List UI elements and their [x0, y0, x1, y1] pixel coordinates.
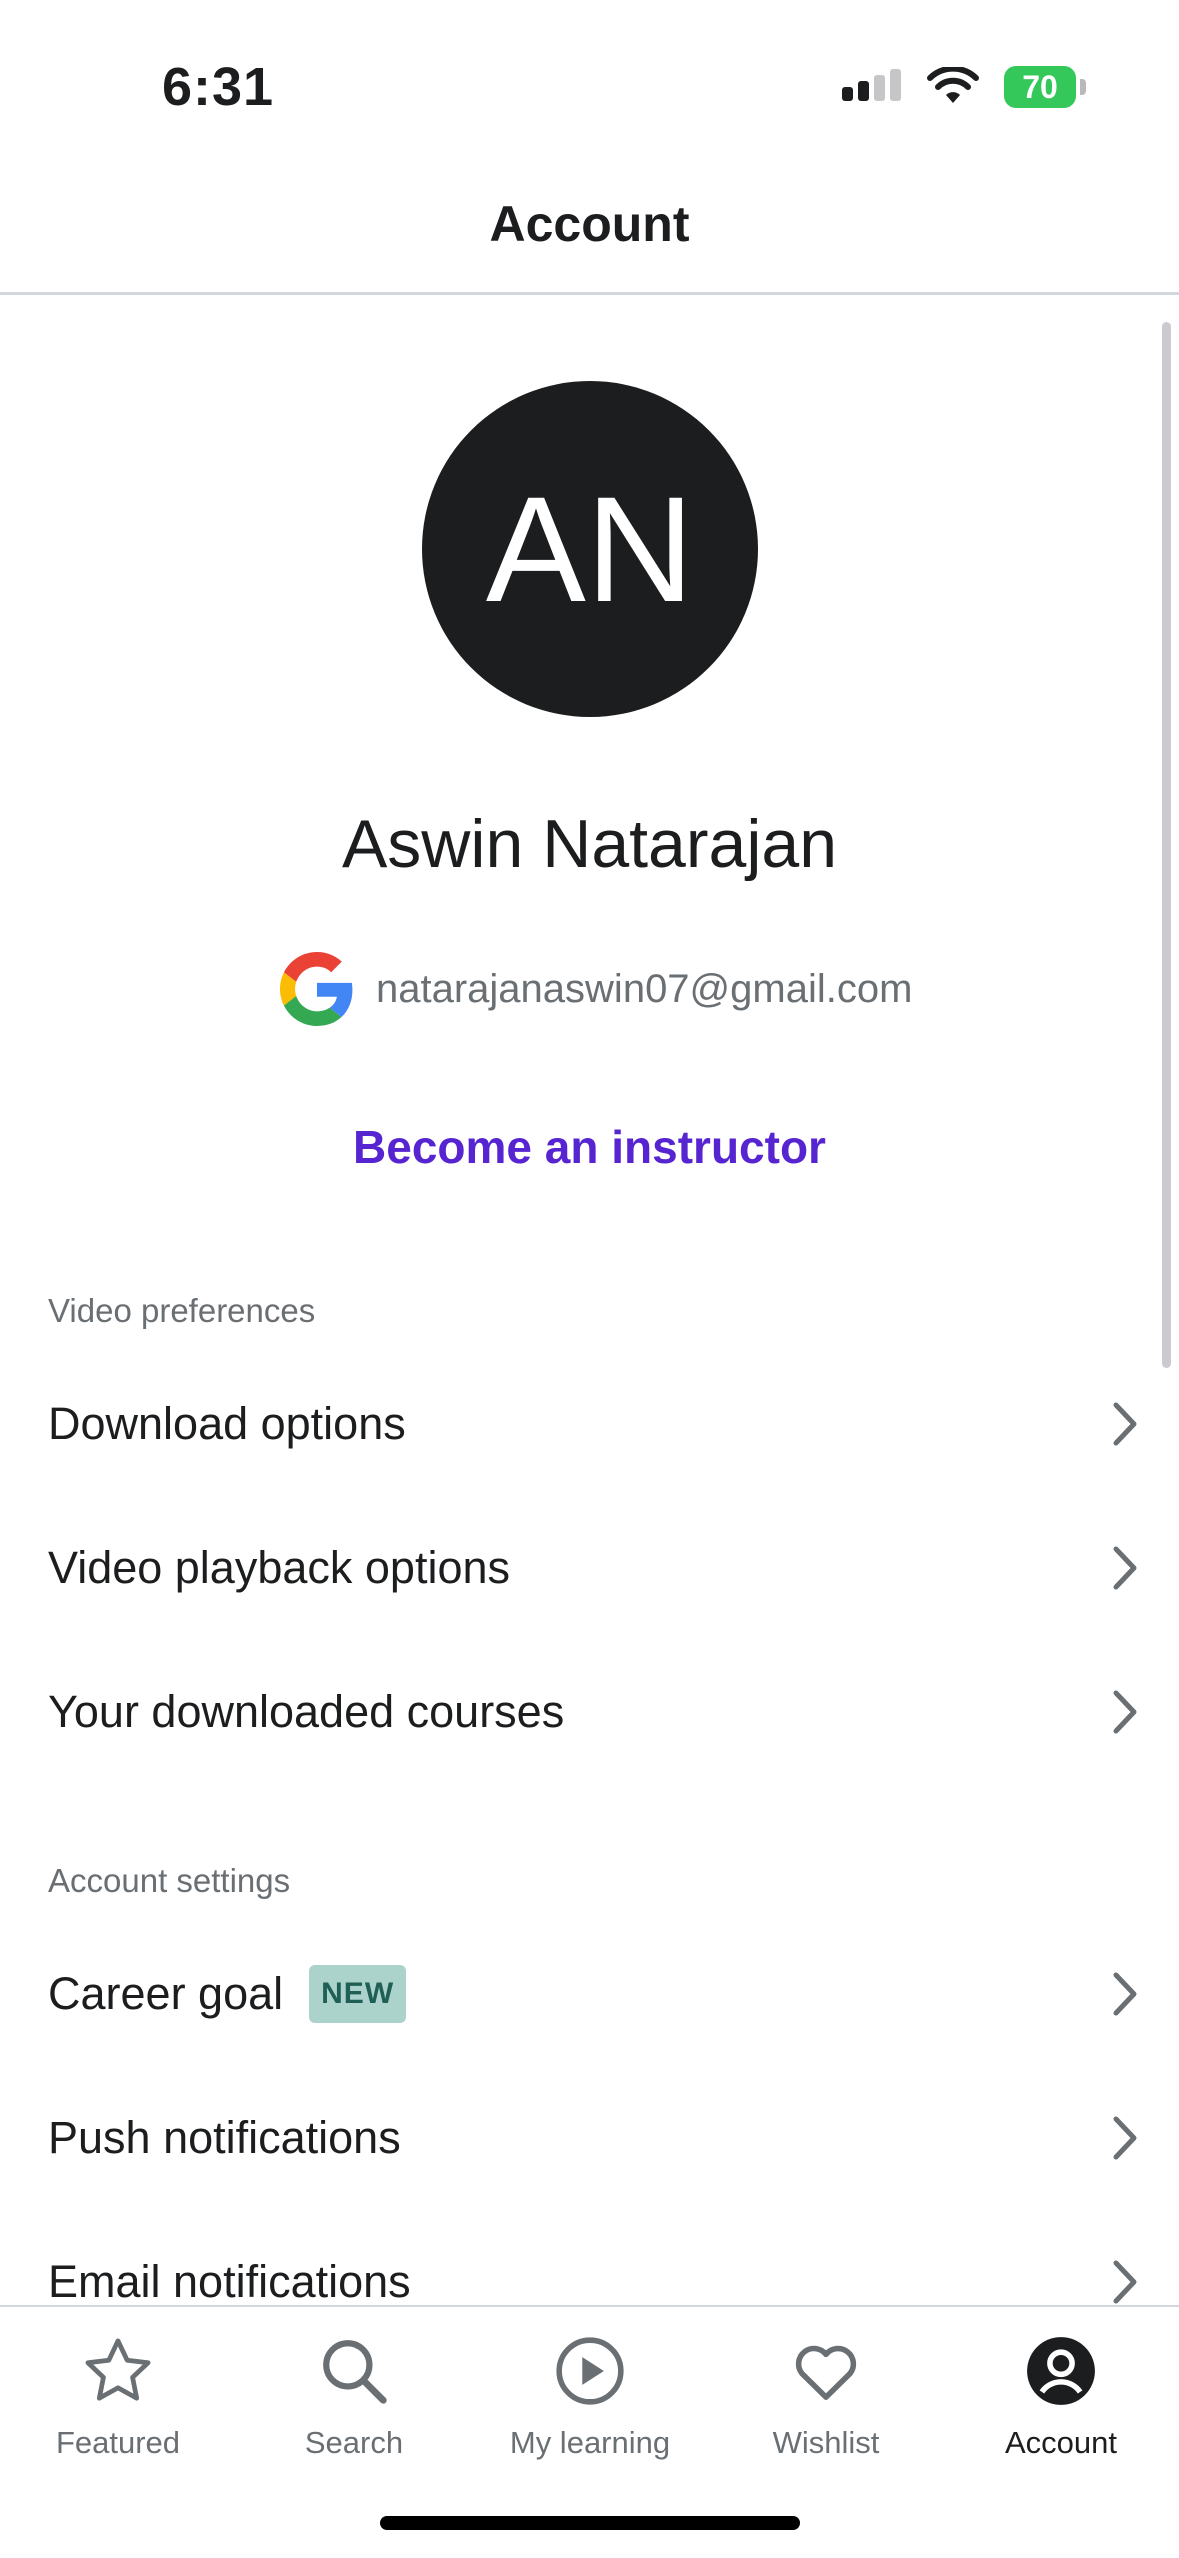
- chevron-right-icon: [1113, 2116, 1137, 2160]
- star-icon: [85, 2338, 151, 2401]
- avatar-initials: AN: [485, 464, 695, 633]
- chevron-right-icon: [1113, 2260, 1137, 2304]
- header-divider: [0, 292, 1179, 295]
- tab-my-learning[interactable]: My learning: [472, 2329, 708, 2461]
- row-download-options[interactable]: Download options: [0, 1352, 1179, 1496]
- row-label: Your downloaded courses: [48, 1686, 565, 1737]
- tab-label: Search: [304, 2425, 404, 2460]
- battery-indicator: 70: [1004, 66, 1086, 108]
- row-label: Download options: [48, 1398, 406, 1449]
- row-career-goal[interactable]: Career goal NEW: [0, 1922, 1179, 2066]
- email-row: natarajanaswin07@gmail.com: [280, 952, 912, 1026]
- home-indicator[interactable]: [380, 2516, 800, 2530]
- cellular-signal-icon: [842, 69, 901, 101]
- battery-level: 70: [1004, 66, 1076, 108]
- tab-label: Featured: [55, 2425, 181, 2460]
- avatar: AN: [422, 381, 758, 717]
- chevron-right-icon: [1113, 1972, 1137, 2016]
- row-label: Video playback options: [48, 1542, 510, 1593]
- tab-label: Wishlist: [772, 2425, 880, 2460]
- row-push-notifications[interactable]: Push notifications: [0, 2066, 1179, 2210]
- status-icons: 70: [840, 62, 1086, 112]
- tab-account[interactable]: Account: [943, 2329, 1179, 2461]
- section-header-account-settings: Account settings: [48, 1862, 291, 1899]
- row-label: Email notifications: [48, 2256, 411, 2307]
- search-icon: [323, 2340, 387, 2404]
- chevron-right-icon: [1113, 1402, 1137, 1446]
- google-icon: [280, 952, 353, 1026]
- status-time: 6:31: [162, 57, 275, 117]
- row-downloaded-courses[interactable]: Your downloaded courses: [0, 1640, 1179, 1784]
- tab-label: My learning: [509, 2425, 671, 2460]
- account-icon: [1027, 2337, 1095, 2405]
- row-video-playback-options[interactable]: Video playback options: [0, 1496, 1179, 1640]
- new-badge: NEW: [309, 1965, 407, 2023]
- heart-icon: [795, 2345, 857, 2400]
- tab-search[interactable]: Search: [236, 2329, 472, 2461]
- play-circle-icon: [556, 2337, 624, 2405]
- row-label: Career goal: [48, 1968, 284, 2019]
- chevron-right-icon: [1113, 1546, 1137, 1590]
- chevron-right-icon: [1113, 1690, 1137, 1734]
- become-instructor-link[interactable]: Become an instructor: [0, 1120, 1179, 1174]
- tab-wishlist[interactable]: Wishlist: [708, 2329, 944, 2461]
- tab-featured[interactable]: Featured: [0, 2329, 236, 2461]
- tab-label: Account: [1004, 2425, 1117, 2460]
- section-header-video-preferences: Video preferences: [48, 1292, 316, 1329]
- email-address: natarajanaswin07@gmail.com: [376, 966, 913, 1011]
- wifi-icon: [927, 67, 979, 103]
- row-label: Push notifications: [48, 2112, 401, 2163]
- profile-name: Aswin Natarajan: [341, 806, 838, 882]
- page-title: Account: [489, 196, 690, 252]
